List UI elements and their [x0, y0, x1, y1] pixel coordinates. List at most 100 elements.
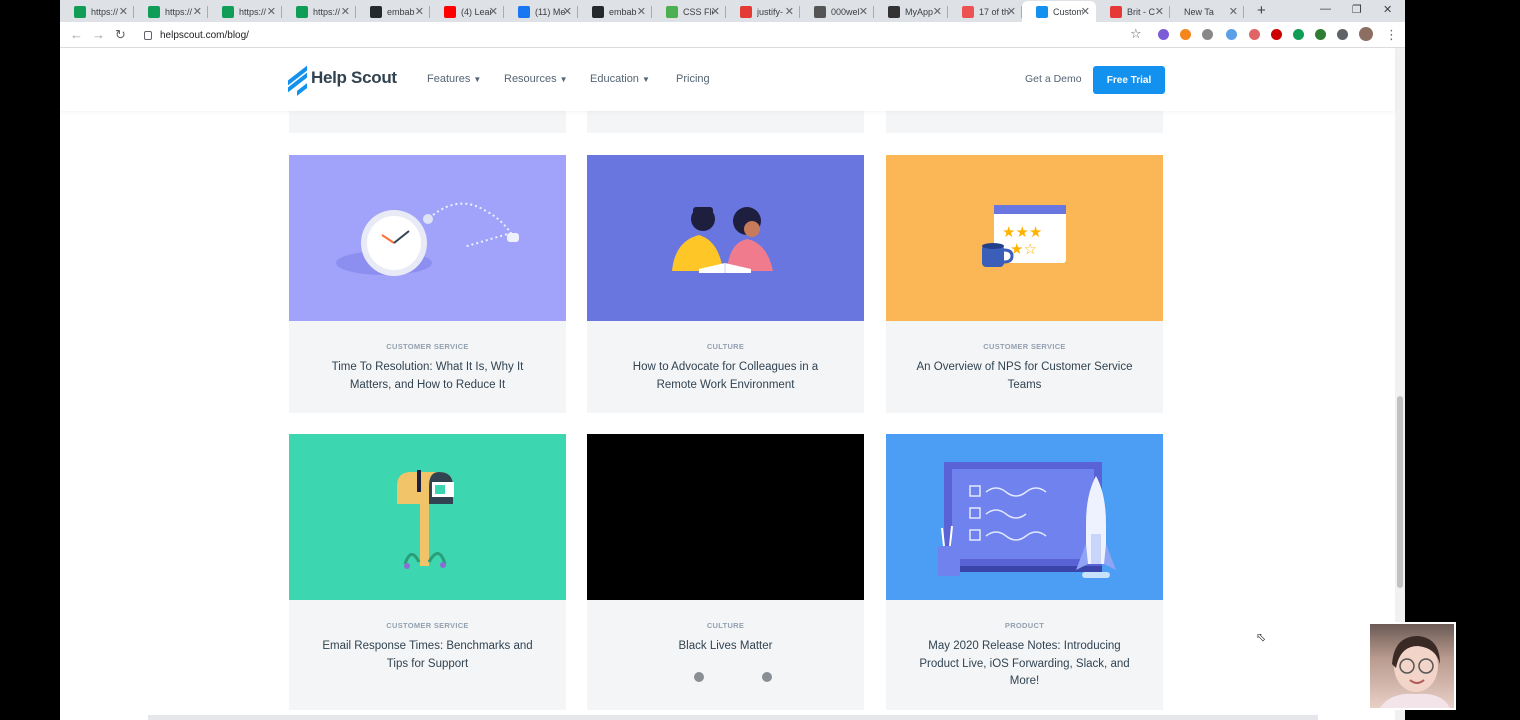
card-category: PRODUCT	[1004, 621, 1045, 630]
nav-features-label: Features	[427, 73, 471, 85]
scrollbar-track[interactable]	[1395, 48, 1405, 720]
nav-features[interactable]: Features ▼	[427, 73, 481, 85]
blog-card[interactable]: CUSTOMER SERVICE Email Response Times: B…	[289, 434, 566, 710]
restore-icon[interactable]: ❐	[1352, 3, 1362, 16]
browser-tab[interactable]: embab ✕	[356, 1, 430, 22]
card-title[interactable]: How to Advocate for Colleagues in a Remo…	[612, 359, 839, 394]
browser-tab[interactable]: (4) Lear ✕	[430, 1, 504, 22]
nav-pricing[interactable]: Pricing	[676, 73, 710, 85]
extension-pen-icon[interactable]	[1158, 29, 1169, 40]
nav-education[interactable]: Education ▼	[590, 73, 650, 85]
card-title[interactable]: An Overview of NPS for Customer Service …	[911, 359, 1138, 394]
bookmark-star-icon[interactable]: ☆	[1130, 26, 1142, 42]
card-title[interactable]: Email Response Times: Benchmarks and Tip…	[314, 638, 541, 673]
browser-tab[interactable]: 000wel ✕	[800, 1, 874, 22]
extensions-puzzle-icon[interactable]	[1337, 29, 1348, 40]
blog-grid: CUSTOMER SERVICE Time To Resolution: Wha…	[60, 111, 1395, 720]
tab-close-icon[interactable]: ✕	[415, 5, 424, 18]
card-title[interactable]: Time To Resolution: What It Is, Why It M…	[314, 359, 541, 394]
sheets-icon	[222, 5, 234, 18]
nav-resources[interactable]: Resources ▼	[504, 73, 568, 85]
extension-record-icon[interactable]	[1271, 29, 1282, 40]
minimize-icon[interactable]: —	[1320, 3, 1331, 15]
site-header: Help Scout Features ▼ Resources ▼ Educatio…	[60, 48, 1395, 111]
browser-tab[interactable]: https://✕	[208, 1, 282, 22]
browser-tab[interactable]: Brit - C ✕	[1096, 1, 1170, 22]
tab-close-icon[interactable]: ✕	[267, 5, 276, 18]
tab-title: https://	[91, 6, 119, 17]
address-bar[interactable]: helpscout.com/blog/	[138, 25, 1138, 45]
carousel-dot[interactable]	[762, 672, 772, 682]
github-icon	[592, 5, 604, 18]
youtube-icon	[444, 5, 456, 18]
card-category: CULTURE	[706, 621, 745, 630]
tab-title: 000wel	[831, 6, 860, 17]
tab-close-icon[interactable]: ✕	[119, 5, 128, 18]
browser-tab[interactable]: (11) Me ✕	[504, 1, 578, 22]
github-icon	[370, 5, 382, 18]
card-category: CUSTOMER SERVICE	[386, 621, 469, 630]
extension-fox-icon[interactable]	[1180, 29, 1191, 40]
card-category: CUSTOMER SERVICE	[983, 342, 1066, 351]
webcam-overlay	[1368, 622, 1456, 710]
blog-card[interactable]: CULTURE Black Lives Matter	[587, 434, 864, 710]
browser-tab[interactable]: New Tab ✕	[1170, 1, 1244, 22]
new-tab-button[interactable]: +	[1257, 2, 1266, 19]
tab-title: https://	[165, 6, 193, 17]
close-window-icon[interactable]: ✕	[1383, 3, 1392, 16]
tab-close-icon[interactable]: ✕	[489, 5, 498, 18]
extension-target-icon[interactable]	[1249, 29, 1260, 40]
tab-close-icon[interactable]: ✕	[193, 5, 202, 18]
tab-close-icon[interactable]: ✕	[1229, 5, 1238, 18]
rating-stars-illustration: ★★★ ★☆	[886, 155, 1163, 321]
back-icon[interactable]: ←	[70, 27, 83, 42]
tab-close-icon[interactable]: ✕	[1007, 5, 1016, 18]
stopwatch-illustration	[289, 155, 566, 321]
card-category: CULTURE	[706, 342, 745, 351]
browser-tab[interactable]: MyApp ✕	[874, 1, 948, 22]
udemy-icon	[962, 5, 974, 18]
browser-tab[interactable]: embab ✕	[578, 1, 652, 22]
tab-title: Custom	[1053, 6, 1083, 17]
extension-cloud-icon[interactable]	[1226, 29, 1237, 40]
menu-kebab-icon[interactable]: ⋮	[1385, 27, 1398, 43]
tab-close-icon[interactable]: ✕	[859, 5, 868, 18]
forward-icon[interactable]: →	[92, 27, 105, 42]
blog-card[interactable]: PRODUCT May 2020 Release Notes: Introduc…	[886, 434, 1163, 710]
tab-close-icon[interactable]: ✕	[563, 5, 572, 18]
bootstrap-icon	[1110, 5, 1122, 18]
tab-close-icon[interactable]: ✕	[637, 5, 646, 18]
tab-close-icon[interactable]: ✕	[1155, 5, 1164, 18]
helpscout-logo[interactable]: Help Scout	[288, 65, 397, 96]
browser-tab[interactable]: Custom ✕	[1022, 1, 1096, 22]
extension-cube-icon[interactable]	[1315, 29, 1326, 40]
browser-tab[interactable]: https://✕	[134, 1, 208, 22]
tab-close-icon[interactable]: ✕	[341, 5, 350, 18]
extension-ci-icon[interactable]	[1202, 29, 1213, 40]
blog-card[interactable]: CUSTOMER SERVICE Time To Resolution: Wha…	[289, 155, 566, 413]
card-title[interactable]: May 2020 Release Notes: Introducing Prod…	[911, 638, 1138, 691]
reload-icon[interactable]: ↻	[115, 27, 126, 43]
tab-close-icon[interactable]: ✕	[1081, 5, 1090, 18]
tab-title: Brit - C	[1127, 6, 1155, 17]
chevron-down-icon: ▼	[641, 75, 650, 84]
get-demo-link[interactable]: Get a Demo	[1025, 73, 1082, 85]
tab-close-icon[interactable]: ✕	[785, 5, 794, 18]
browser-tab[interactable]: 17 of th ✕	[948, 1, 1022, 22]
scrollbar-thumb[interactable]	[1397, 396, 1403, 588]
browser-tab[interactable]: CSS Fle✕	[652, 1, 726, 22]
blog-card[interactable]: CULTURE How to Advocate for Colleagues i…	[587, 155, 864, 413]
tab-close-icon[interactable]: ✕	[933, 5, 942, 18]
tab-close-icon[interactable]: ✕	[711, 5, 720, 18]
carousel-dot[interactable]	[694, 672, 704, 682]
chevron-down-icon: ▼	[559, 75, 568, 84]
blog-card[interactable]: ★★★ ★☆ CUSTOMER SERVICE An Overview of N…	[886, 155, 1163, 413]
profile-avatar[interactable]	[1359, 27, 1373, 41]
card-title[interactable]: Black Lives Matter	[612, 638, 839, 656]
browser-tab[interactable]: https://✕	[282, 1, 356, 22]
free-trial-button[interactable]: Free Trial	[1093, 66, 1165, 94]
extension-leaf-icon[interactable]	[1293, 29, 1304, 40]
browser-tab[interactable]: https://✕	[60, 1, 134, 22]
browser-tab[interactable]: justify- ✕	[726, 1, 800, 22]
tab-title: justify-	[757, 6, 784, 17]
